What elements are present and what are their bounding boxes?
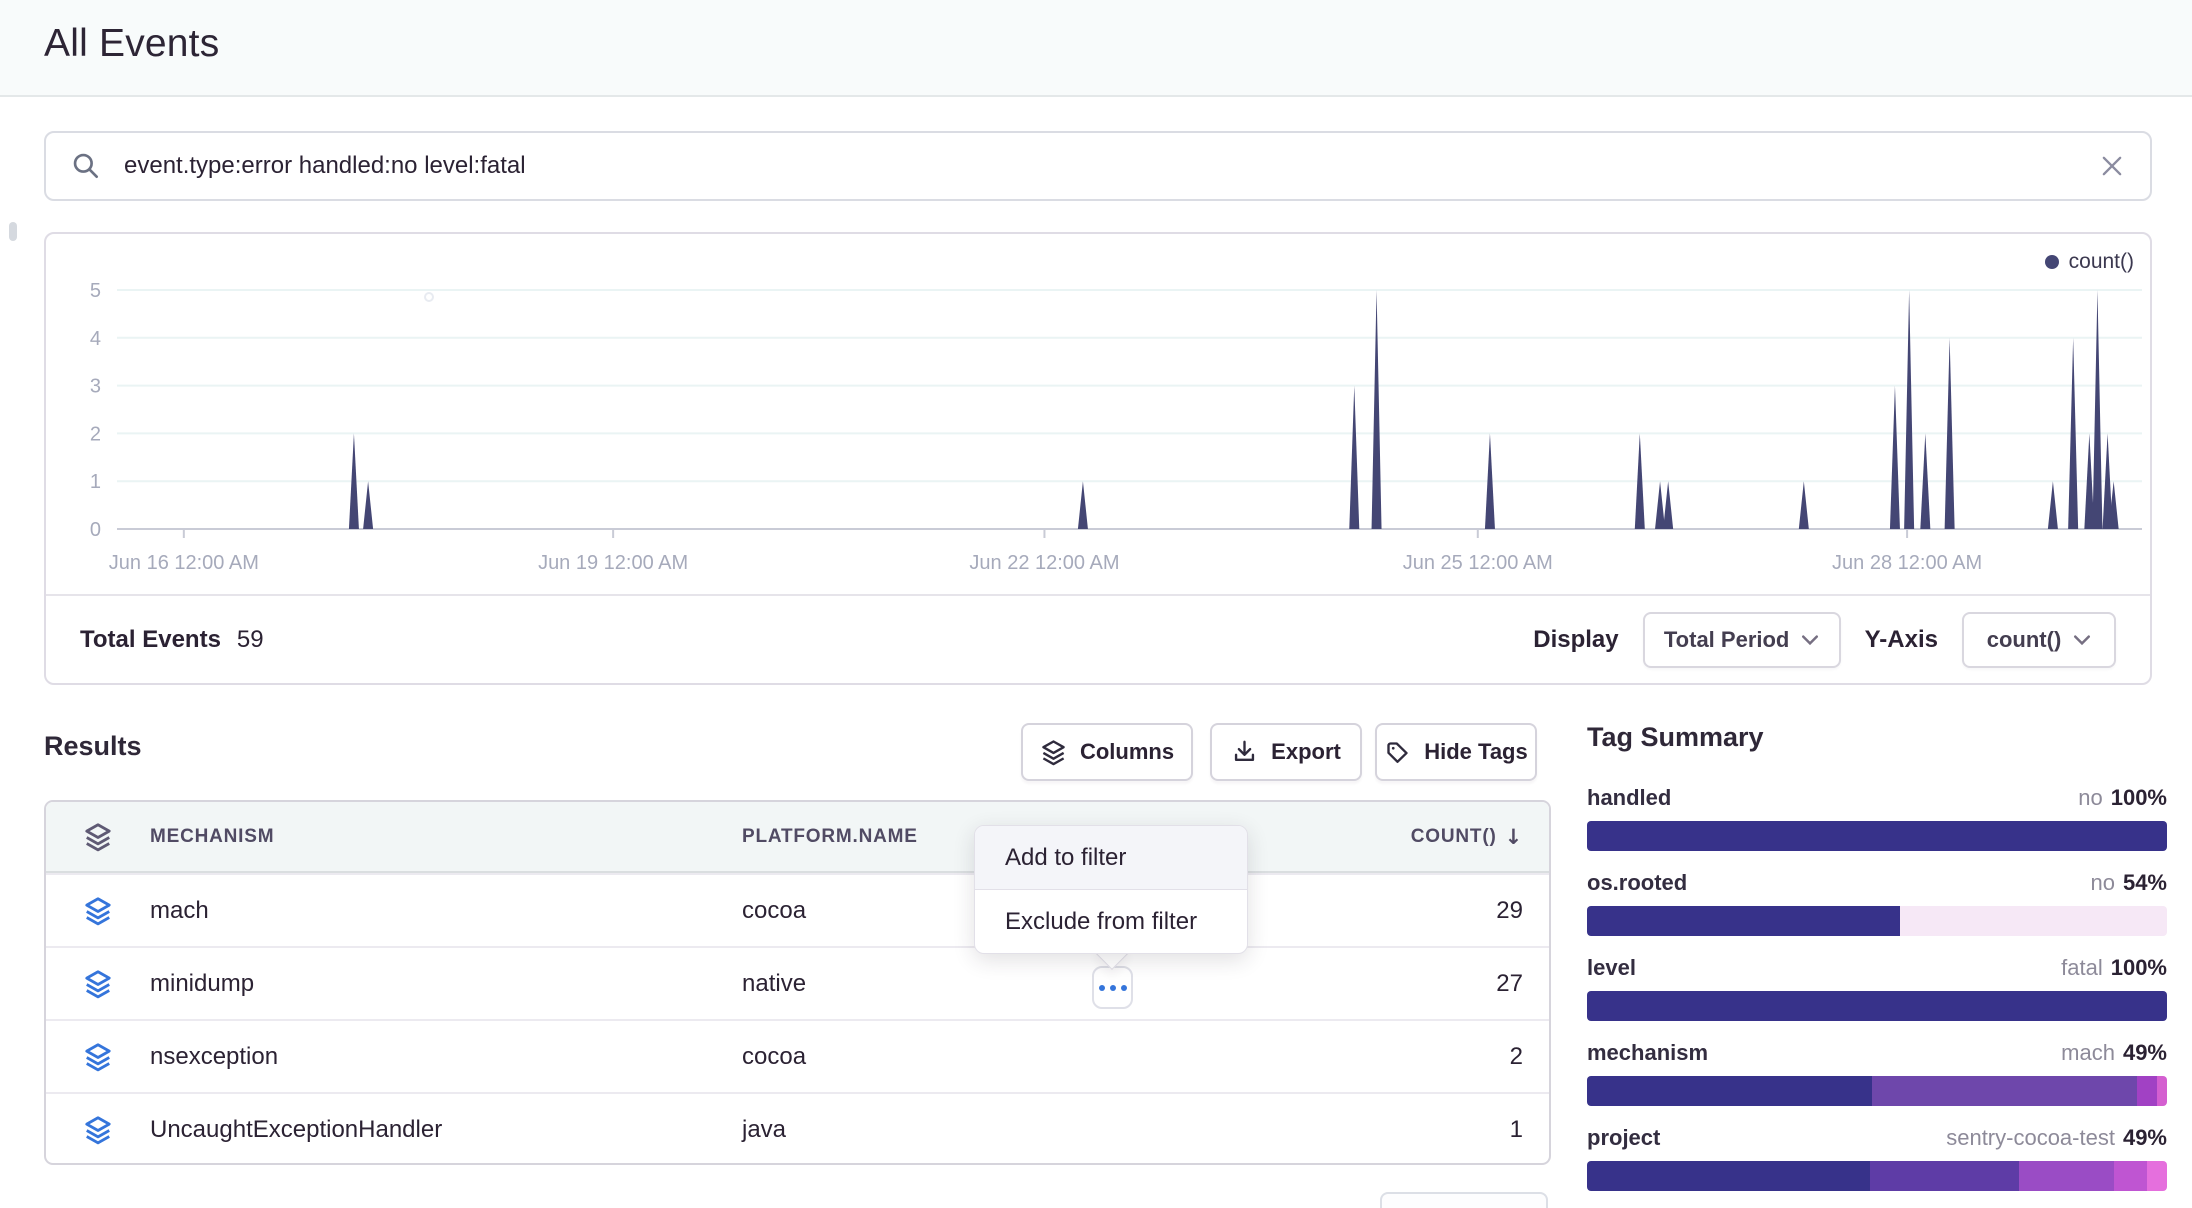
- tag-top-value: no54%: [2090, 870, 2167, 896]
- svg-text:1: 1: [90, 471, 101, 493]
- display-label: Display: [1533, 626, 1618, 654]
- svg-text:Jun 16 12:00 AM: Jun 16 12:00 AM: [109, 552, 259, 574]
- svg-text:0: 0: [90, 519, 101, 541]
- pagination-button-partial[interactable]: [1380, 1192, 1548, 1208]
- tag-name: handled: [1587, 785, 1671, 811]
- table-header-row: MECHANISM PLATFORM.NAME COUNT() ↓: [46, 802, 1549, 873]
- columns-button-label: Columns: [1080, 739, 1174, 765]
- chevron-down-icon: [2073, 633, 2091, 647]
- table-row[interactable]: nsexception cocoa 2: [46, 1019, 1549, 1092]
- display-select-value: Total Period: [1664, 627, 1790, 653]
- cell-mechanism: UncaughtExceptionHandler: [150, 1116, 742, 1144]
- cell-mechanism: mach: [150, 897, 742, 925]
- svg-text:Jun 19 12:00 AM: Jun 19 12:00 AM: [538, 552, 688, 574]
- display-select[interactable]: Total Period: [1643, 612, 1841, 668]
- layers-icon: [83, 1115, 113, 1145]
- results-title: Results: [44, 731, 142, 762]
- yaxis-label: Y-Axis: [1865, 626, 1938, 654]
- tag-distribution-bar[interactable]: [1587, 1161, 2167, 1191]
- tag-block-os-rooted: os.rooted no54%: [1587, 870, 2167, 936]
- search-input[interactable]: event.type:error handled:no level:fatal: [124, 152, 2098, 180]
- tag-distribution-bar[interactable]: [1587, 821, 2167, 851]
- page-header: [0, 0, 2192, 97]
- tag-block-mechanism: mechanism mach49%: [1587, 1040, 2167, 1106]
- layers-icon: [83, 896, 113, 926]
- tag-icon: [1384, 739, 1411, 766]
- tag-top-value: mach49%: [2061, 1040, 2167, 1066]
- dot-icon: [1110, 985, 1116, 991]
- chart-legend[interactable]: count(): [2045, 250, 2134, 274]
- cell-mechanism: nsexception: [150, 1043, 742, 1071]
- cell-count: 2: [1156, 1043, 1549, 1071]
- svg-text:Jun 22 12:00 AM: Jun 22 12:00 AM: [969, 552, 1119, 574]
- tag-top-value: sentry-cocoa-test49%: [1946, 1125, 2167, 1151]
- sort-desc-icon[interactable]: ↓: [1505, 825, 1523, 849]
- columns-button[interactable]: Columns: [1021, 723, 1193, 781]
- tag-distribution-bar[interactable]: [1587, 991, 2167, 1021]
- menu-item-add-to-filter[interactable]: Add to filter: [975, 826, 1247, 889]
- results-table: MECHANISM PLATFORM.NAME COUNT() ↓ mach c…: [44, 800, 1551, 1165]
- column-header-mechanism[interactable]: MECHANISM: [150, 826, 742, 848]
- chevron-down-icon: [1801, 633, 1819, 647]
- cell-mechanism: minidump: [150, 970, 742, 998]
- svg-text:2: 2: [90, 423, 101, 445]
- row-actions-button[interactable]: [1092, 966, 1133, 1009]
- search-bar[interactable]: event.type:error handled:no level:fatal: [44, 131, 2152, 201]
- total-events-value: 59: [237, 626, 264, 654]
- event-count-chart[interactable]: 0 1 2 3 4 5 Jun 16 12:00 AM Jun 19 12:00 AM Jun …: [46, 234, 2150, 594]
- table-row[interactable]: mach cocoa 29: [46, 873, 1549, 946]
- tag-top-value: fatal100%: [2061, 955, 2167, 981]
- tag-top-value: no100%: [2078, 785, 2167, 811]
- tag-block-level: level fatal100%: [1587, 955, 2167, 1021]
- layers-icon: [83, 969, 113, 999]
- tag-summary-panel: Tag Summary: [1587, 722, 2167, 753]
- yaxis-select-value: count(): [1987, 627, 2062, 653]
- svg-text:Jun 28 12:00 AM: Jun 28 12:00 AM: [1832, 552, 1982, 574]
- dot-icon: [1099, 985, 1105, 991]
- faded-data-point: [424, 292, 434, 302]
- legend-dot-icon: [2045, 255, 2059, 269]
- cell-platform: cocoa: [742, 1043, 1156, 1071]
- hide-tags-button[interactable]: Hide Tags: [1375, 723, 1537, 781]
- tag-distribution-bar[interactable]: [1587, 1076, 2167, 1106]
- menu-item-exclude-from-filter[interactable]: Exclude from filter: [975, 890, 1247, 953]
- layers-icon: [1040, 739, 1067, 766]
- export-button-label: Export: [1271, 739, 1341, 765]
- clear-search-icon[interactable]: [2098, 152, 2126, 180]
- layers-icon[interactable]: [83, 822, 113, 852]
- search-icon: [70, 150, 102, 182]
- svg-text:4: 4: [90, 328, 101, 350]
- total-events-label: Total Events: [80, 626, 221, 654]
- tag-block-handled: handled no100%: [1587, 785, 2167, 851]
- chart-footer: Total Events 59 Display Total Period Y-A…: [46, 594, 2150, 683]
- svg-text:Jun 25 12:00 AM: Jun 25 12:00 AM: [1403, 552, 1553, 574]
- tag-name: os.rooted: [1587, 870, 1687, 896]
- tag-block-project: project sentry-cocoa-test49%: [1587, 1125, 2167, 1191]
- tag-name: project: [1587, 1125, 1660, 1151]
- export-button[interactable]: Export: [1210, 723, 1362, 781]
- svg-text:3: 3: [90, 376, 101, 398]
- tag-distribution-bar[interactable]: [1587, 906, 2167, 936]
- dot-icon: [1121, 985, 1127, 991]
- tag-name: level: [1587, 955, 1636, 981]
- scroll-nub: [9, 222, 17, 241]
- layers-icon: [83, 1042, 113, 1072]
- all-events-page: All Events event.type:error handled:no l…: [0, 0, 2192, 1208]
- table-row[interactable]: UncaughtExceptionHandler java 1: [46, 1092, 1549, 1165]
- hide-tags-button-label: Hide Tags: [1424, 739, 1528, 765]
- tag-summary-title: Tag Summary: [1587, 722, 2167, 753]
- legend-label: count(): [2069, 250, 2134, 274]
- context-menu: Add to filter Exclude from filter: [974, 825, 1248, 954]
- cell-platform: java: [742, 1116, 1156, 1144]
- table-row[interactable]: minidump native 27: [46, 946, 1549, 1019]
- cell-count: 1: [1156, 1116, 1549, 1144]
- yaxis-select[interactable]: count(): [1962, 612, 2116, 668]
- page-title: All Events: [44, 22, 219, 66]
- cell-count: 27: [1156, 970, 1549, 998]
- tag-name: mechanism: [1587, 1040, 1708, 1066]
- events-chart-panel: 0 1 2 3 4 5 Jun 16 12:00 AM Jun 19 12:00 AM Jun …: [44, 232, 2152, 685]
- svg-text:5: 5: [90, 280, 101, 302]
- download-icon: [1231, 739, 1258, 766]
